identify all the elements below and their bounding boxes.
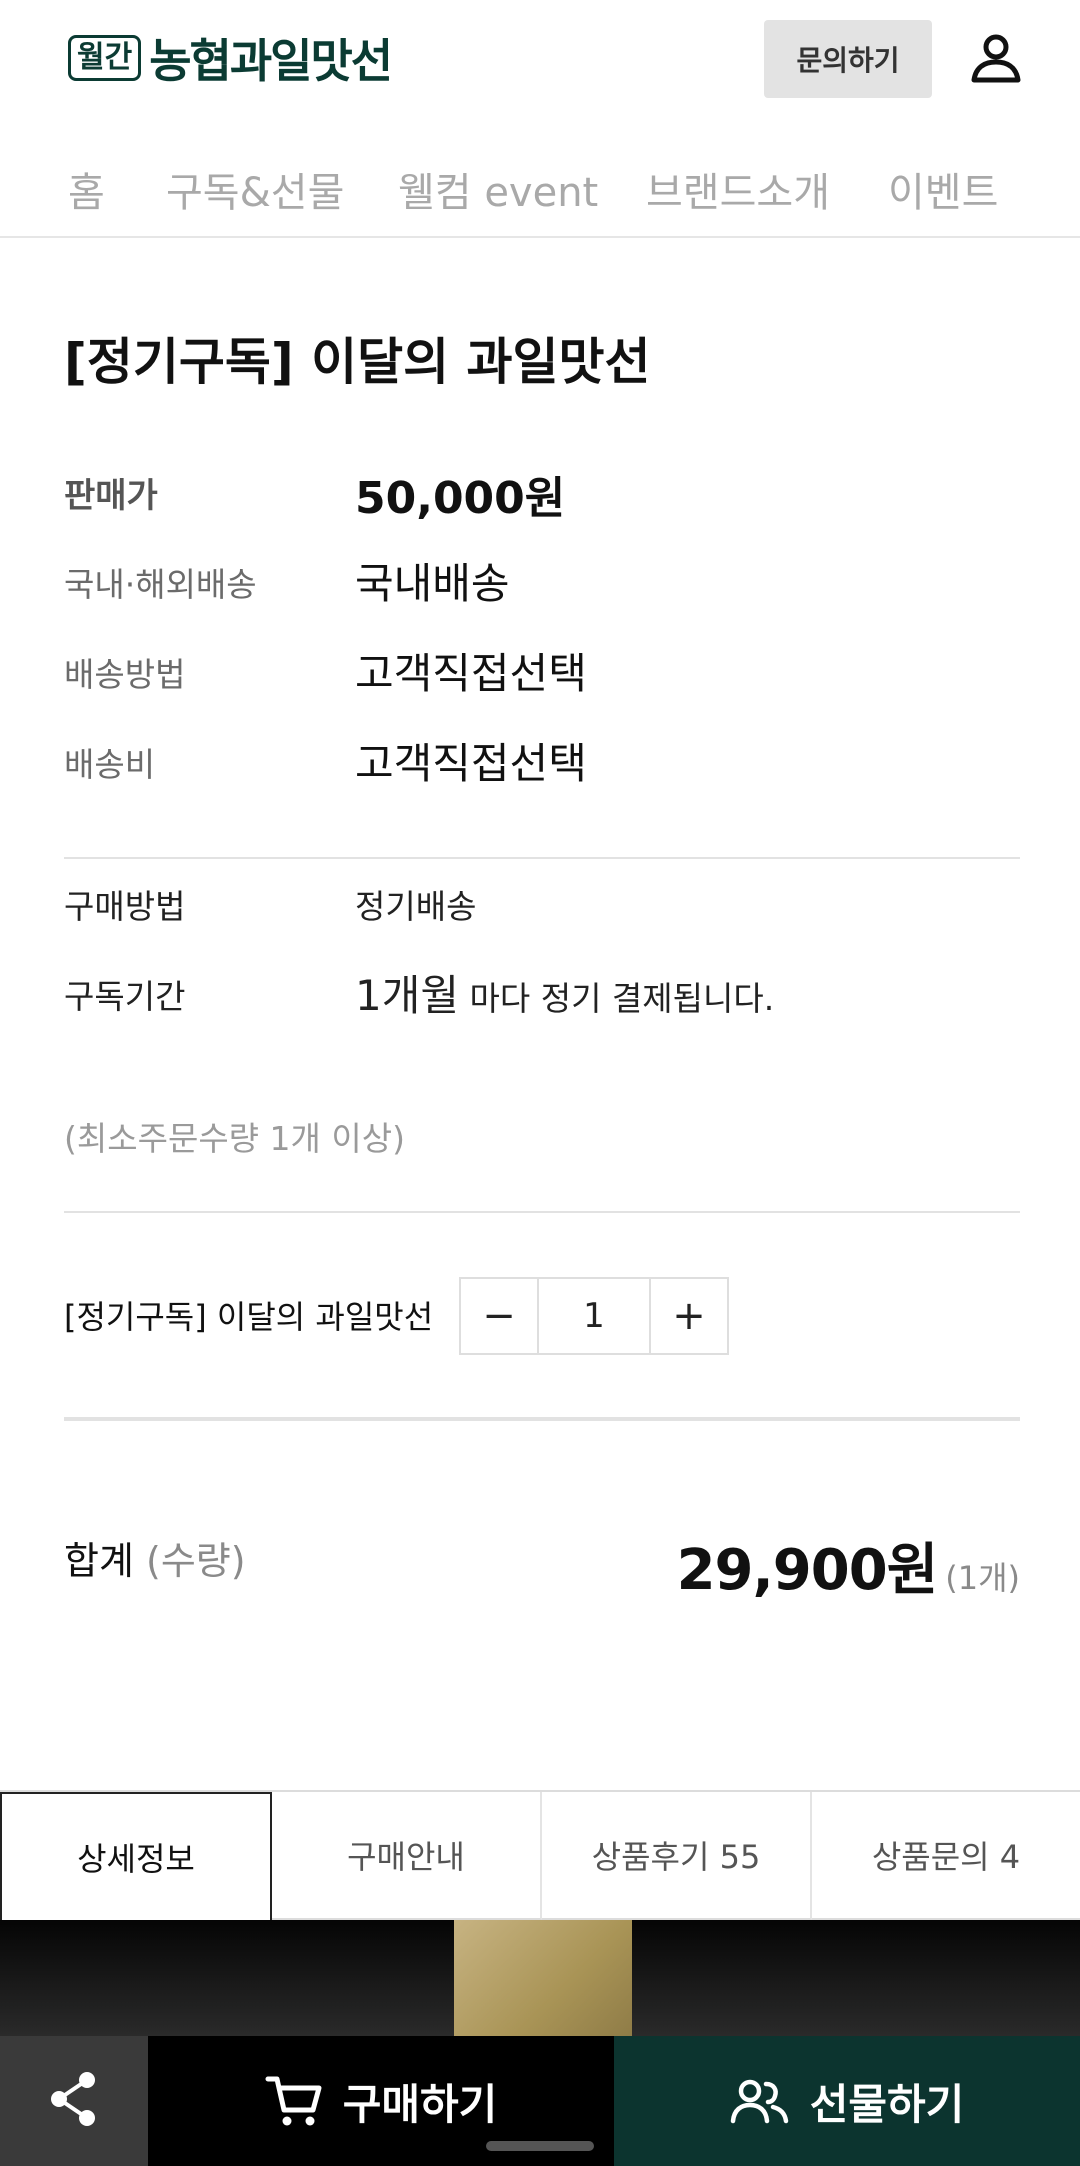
divider bbox=[64, 1211, 1020, 1213]
main-nav: 홈 구독&선물 웰컴 event 브랜드소개 이벤트 bbox=[0, 120, 1080, 238]
total-count: (1개) bbox=[945, 1559, 1020, 1597]
total-price: 29,900원 bbox=[676, 1538, 939, 1603]
option-item-label: [정기구독] 이달의 과일맛선 bbox=[64, 1298, 434, 1336]
logo-text: 농협과일맛선 bbox=[149, 34, 393, 88]
buy-button-label: 구매하기 bbox=[342, 2079, 498, 2129]
shipping-region-value: 국내배송 bbox=[355, 559, 510, 608]
subscription-period-note: 마다 정기 결제됩니다. bbox=[469, 979, 775, 1018]
purchase-method-label: 구매방법 bbox=[64, 887, 186, 926]
share-icon bbox=[47, 2070, 101, 2132]
decrease-button[interactable]: − bbox=[461, 1279, 539, 1353]
shipping-fee-value: 고객직접선택 bbox=[355, 739, 587, 788]
brand-logo[interactable]: 월간 농협과일맛선 bbox=[68, 28, 393, 88]
home-indicator bbox=[486, 2141, 594, 2151]
nav-item-home[interactable]: 홈 bbox=[68, 160, 105, 218]
purchase-method-value: 정기배송 bbox=[355, 887, 477, 926]
divider bbox=[64, 857, 1020, 859]
users-icon bbox=[730, 2078, 790, 2124]
shipping-method-value: 고객직접선택 bbox=[355, 649, 587, 698]
tab-details[interactable]: 상세정보 bbox=[0, 1792, 272, 1920]
logo-badge: 월간 bbox=[68, 35, 142, 81]
price-value: 50,000원 bbox=[355, 473, 566, 524]
total-label-text: 합계 bbox=[64, 1539, 134, 1583]
nav-item-subscription-gift[interactable]: 구독&선물 bbox=[166, 160, 344, 218]
gift-button-label: 선물하기 bbox=[809, 2079, 965, 2129]
subscription-period-value: 1개월 마다 정기 결제됩니다. bbox=[355, 962, 774, 1023]
user-icon[interactable] bbox=[968, 30, 1024, 86]
tab-reviews[interactable]: 상품후기 55 bbox=[542, 1792, 812, 1920]
subscription-period-months: 1개월 bbox=[355, 971, 460, 1020]
divider bbox=[64, 1417, 1020, 1421]
product-box-image bbox=[454, 1920, 632, 2036]
gift-button[interactable]: 선물하기 bbox=[614, 2036, 1080, 2166]
product-detail-image bbox=[0, 1920, 1080, 2036]
tab-purchase-guide[interactable]: 구매안내 bbox=[272, 1792, 542, 1920]
tab-inquiries[interactable]: 상품문의 4 bbox=[812, 1792, 1080, 1920]
nav-item-welcome-event[interactable]: 웰컴 event bbox=[398, 160, 598, 218]
share-button[interactable] bbox=[0, 2036, 148, 2166]
total-label: 합계 (수량) bbox=[64, 1530, 246, 1585]
min-order-note: (최소주문수량 1개 이상) bbox=[64, 1119, 405, 1158]
quantity-stepper: − 1 + bbox=[459, 1277, 729, 1355]
nav-item-event[interactable]: 이벤트 bbox=[888, 160, 998, 218]
cart-icon bbox=[265, 2074, 323, 2128]
header: 월간 농협과일맛선 문의하기 bbox=[0, 0, 1080, 120]
nav-item-brand[interactable]: 브랜드소개 bbox=[646, 160, 830, 218]
shipping-method-label: 배송방법 bbox=[64, 655, 186, 694]
quantity-input[interactable]: 1 bbox=[539, 1279, 649, 1353]
product-title: [정기구독] 이달의 과일맛선 bbox=[64, 333, 651, 391]
inquiry-button[interactable]: 문의하기 bbox=[764, 20, 932, 98]
total-label-suffix: (수량) bbox=[146, 1539, 246, 1583]
shipping-region-label: 국내·해외배송 bbox=[64, 565, 257, 604]
total-value: 29,900원 (1개) bbox=[677, 1525, 1020, 1606]
detail-tabs: 상세정보 구매안내 상품후기 55 상품문의 4 bbox=[0, 1790, 1080, 1920]
price-label: 판매가 bbox=[64, 476, 158, 516]
increase-button[interactable]: + bbox=[649, 1279, 727, 1353]
subscription-period-label: 구독기간 bbox=[64, 977, 186, 1016]
shipping-fee-label: 배송비 bbox=[64, 745, 156, 784]
